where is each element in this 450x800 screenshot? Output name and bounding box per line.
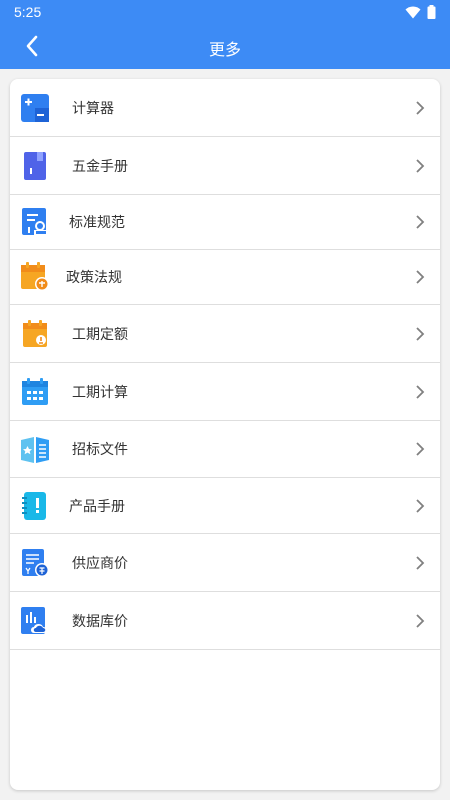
menu-item-label: 招标文件 <box>72 442 128 458</box>
calculator-icon <box>21 94 49 122</box>
chevron-right-icon <box>416 442 425 456</box>
chevron-right-icon <box>416 270 425 284</box>
menu-item-label: 数据库价 <box>72 613 128 630</box>
menu-item-calculator[interactable]: 计算器 <box>10 79 440 137</box>
menu-item-label: 工期计算 <box>72 384 128 401</box>
menu-item-database-price[interactable]: 数据库价 <box>10 592 440 650</box>
status-time: 5:25 <box>14 4 42 20</box>
standard-spec-icon <box>22 208 48 235</box>
menu-item-duration-calc[interactable]: 工期计算 <box>10 363 440 421</box>
chevron-right-icon <box>416 556 425 570</box>
menu-item-label: 标准规范 <box>69 215 125 231</box>
chevron-right-icon <box>416 614 425 628</box>
app-bar: 更多 <box>0 24 450 69</box>
menu-item-label: 供应商价 <box>72 555 128 572</box>
battery-icon <box>427 5 436 19</box>
duration-quota-icon <box>23 320 47 347</box>
menu-item-duration-quota[interactable]: 工期定额 <box>10 305 440 363</box>
product-manual-icon <box>22 492 46 520</box>
calendar-icon <box>22 378 48 405</box>
database-price-icon <box>21 607 47 634</box>
chevron-right-icon <box>416 327 425 341</box>
wifi-icon <box>405 6 421 18</box>
menu-item-label: 政策法规 <box>66 270 122 286</box>
chevron-right-icon <box>416 101 425 115</box>
menu-item-label: 工期定额 <box>72 326 128 343</box>
menu-item-label: 产品手册 <box>69 498 125 515</box>
chevron-right-icon <box>416 385 425 399</box>
page-title: 更多 <box>208 40 241 59</box>
menu-item-product-manual[interactable]: 产品手册 <box>10 478 440 534</box>
tender-document-icon <box>21 437 49 463</box>
menu-card: 计算器 五金手册 标准规范 政策法规 工期定额 工期计算 招标文件 产品手册 供… <box>10 79 440 790</box>
menu-item-label: 计算器 <box>72 100 114 117</box>
chevron-right-icon <box>416 499 425 513</box>
policy-law-icon <box>21 262 49 291</box>
status-icons <box>405 5 436 19</box>
menu-item-label: 五金手册 <box>72 158 128 175</box>
supplier-price-icon <box>22 549 49 577</box>
menu-item-tender-document[interactable]: 招标文件 <box>10 421 440 478</box>
menu-item-policy-law[interactable]: 政策法规 <box>10 250 440 305</box>
hardware-manual-icon <box>24 152 46 180</box>
menu-item-hardware-manual[interactable]: 五金手册 <box>10 137 440 195</box>
menu-item-supplier-price[interactable]: 供应商价 <box>10 534 440 592</box>
chevron-right-icon <box>416 215 425 229</box>
chevron-right-icon <box>416 159 425 173</box>
menu-item-standard-spec[interactable]: 标准规范 <box>10 195 440 250</box>
status-bar: 5:25 <box>0 0 450 24</box>
